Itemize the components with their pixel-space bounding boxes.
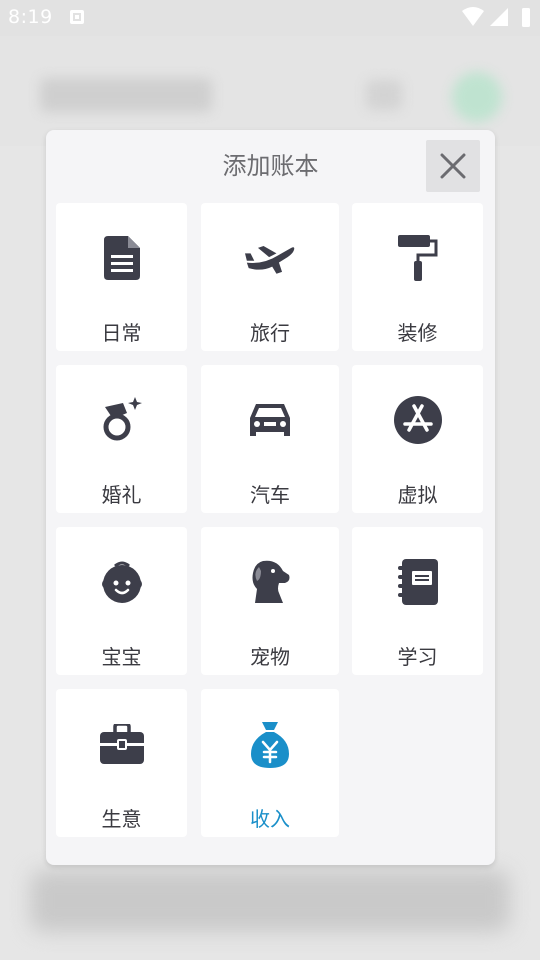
ledger-item-label: 宠物	[250, 645, 290, 669]
ledger-item-label: 装修	[397, 321, 438, 345]
status-time: 8:19	[8, 6, 53, 28]
ledger-item-label: 生意	[101, 807, 142, 831]
ledger-item-study[interactable]: 学习	[352, 527, 483, 675]
ledger-item-daily[interactable]: 日常	[56, 203, 187, 351]
background-fab	[452, 72, 502, 122]
battery-icon	[522, 8, 530, 27]
background-title	[40, 78, 212, 112]
ledger-item-business[interactable]: 生意	[56, 689, 187, 837]
ledger-item-label: 日常	[101, 321, 142, 345]
ledger-item-label: 汽车	[250, 483, 290, 507]
ledger-item-virtual[interactable]: 虚拟	[352, 365, 483, 513]
signal-icon	[490, 8, 508, 26]
ledger-item-travel[interactable]: 旅行	[201, 203, 339, 351]
system-icons	[462, 7, 530, 27]
briefcase-icon	[100, 724, 144, 764]
ledger-item-label: 学习	[397, 645, 438, 669]
ledger-item-car[interactable]: 汽车	[201, 365, 339, 513]
status-bar: 8:19	[0, 0, 540, 36]
ledger-item-label: 宝宝	[101, 645, 142, 669]
ledger-item-income[interactable]: 收入	[201, 689, 339, 837]
money-bag-yen-icon	[251, 722, 289, 768]
paint-roller-icon	[398, 235, 438, 281]
baby-face-icon	[102, 561, 142, 603]
airplane-icon	[245, 245, 295, 274]
ledger-item-label: 收入	[250, 807, 290, 831]
document-icon	[104, 236, 140, 280]
add-ledger-dialog: 添加账本 日常 旅行 装修 婚礼 汽车 虚拟 宝宝 宠物 学习 生意 收入	[46, 130, 495, 865]
background-bottom-bar	[30, 870, 510, 932]
car-icon	[250, 404, 290, 436]
notebook-icon	[398, 559, 438, 605]
diamond-ring-icon	[103, 397, 142, 441]
ledger-item-renovation[interactable]: 装修	[352, 203, 483, 351]
dog-icon	[252, 560, 290, 603]
ledger-item-wedding[interactable]: 婚礼	[56, 365, 187, 513]
close-button[interactable]	[426, 140, 480, 192]
ledger-item-pet[interactable]: 宠物	[201, 527, 339, 675]
ledger-item-label: 虚拟	[397, 483, 438, 507]
close-icon	[440, 153, 466, 179]
ledger-item-label: 旅行	[250, 321, 290, 345]
ledger-item-baby[interactable]: 宝宝	[56, 527, 187, 675]
ledger-item-label: 婚礼	[101, 483, 142, 507]
notification-icon	[70, 10, 84, 24]
wifi-icon	[462, 7, 484, 26]
app-store-icon	[394, 396, 442, 444]
background-icon	[366, 80, 402, 110]
